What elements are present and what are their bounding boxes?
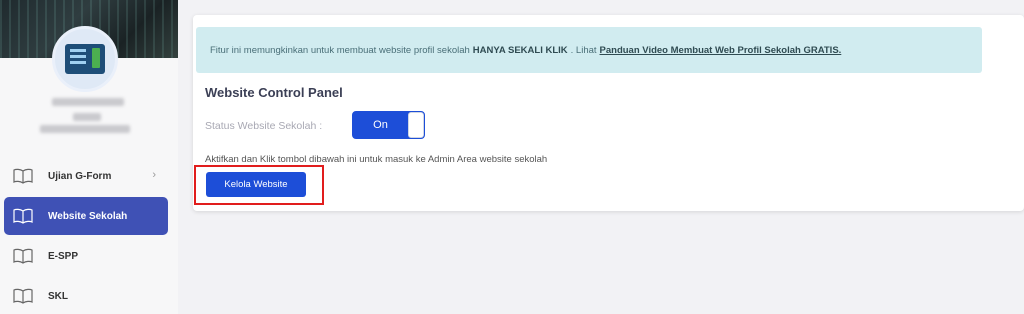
alert-text: Fitur ini memungkinkan untuk membuat web… <box>210 44 470 56</box>
alert-text-mid: . Lihat <box>570 44 597 56</box>
info-alert: Fitur ini memungkinkan untuk membuat web… <box>196 27 982 73</box>
sidebar-item-skl[interactable]: SKL <box>4 277 168 314</box>
sidebar-item-e-spp[interactable]: E-SPP <box>4 237 168 275</box>
instruction-text: Aktifkan dan Klik tombol dibawah ini unt… <box>205 154 548 165</box>
user-role-blurred <box>73 113 101 121</box>
sidebar-item-label: E-SPP <box>48 250 79 262</box>
sidebar-item-label: Ujian G-Form <box>48 170 112 182</box>
school-logo-icon <box>65 44 105 74</box>
status-website-label: Status Website Sekolah : <box>205 120 323 132</box>
user-name-blurred <box>52 98 124 106</box>
alert-emphasis: HANYA SEKALI KLIK <box>472 44 568 56</box>
book-icon <box>12 207 34 225</box>
sidebar-item-label: Website Sekolah <box>48 210 128 222</box>
chevron-right-icon: › <box>152 169 156 181</box>
toggle-knob <box>408 112 424 138</box>
avatar <box>52 26 118 92</box>
sidebar-item-website-sekolah[interactable]: Website Sekolah <box>4 197 168 235</box>
sidebar: Ujian G-Form › Website Sekolah E-SPP SKL <box>0 0 178 314</box>
sidebar-item-label: SKL <box>48 290 68 302</box>
sidebar-item-ujian-g-form[interactable]: Ujian G-Form › <box>4 157 168 195</box>
toggle-on-label: On <box>373 119 388 131</box>
highlight-box <box>194 165 324 205</box>
book-icon <box>12 167 34 185</box>
website-status-toggle[interactable]: On <box>352 111 425 139</box>
video-guide-link[interactable]: Panduan Video Membuat Web Profil Sekolah… <box>600 45 842 56</box>
book-icon <box>12 287 34 305</box>
user-id-blurred <box>40 125 130 133</box>
panel-title: Website Control Panel <box>205 85 343 100</box>
book-icon <box>12 247 34 265</box>
